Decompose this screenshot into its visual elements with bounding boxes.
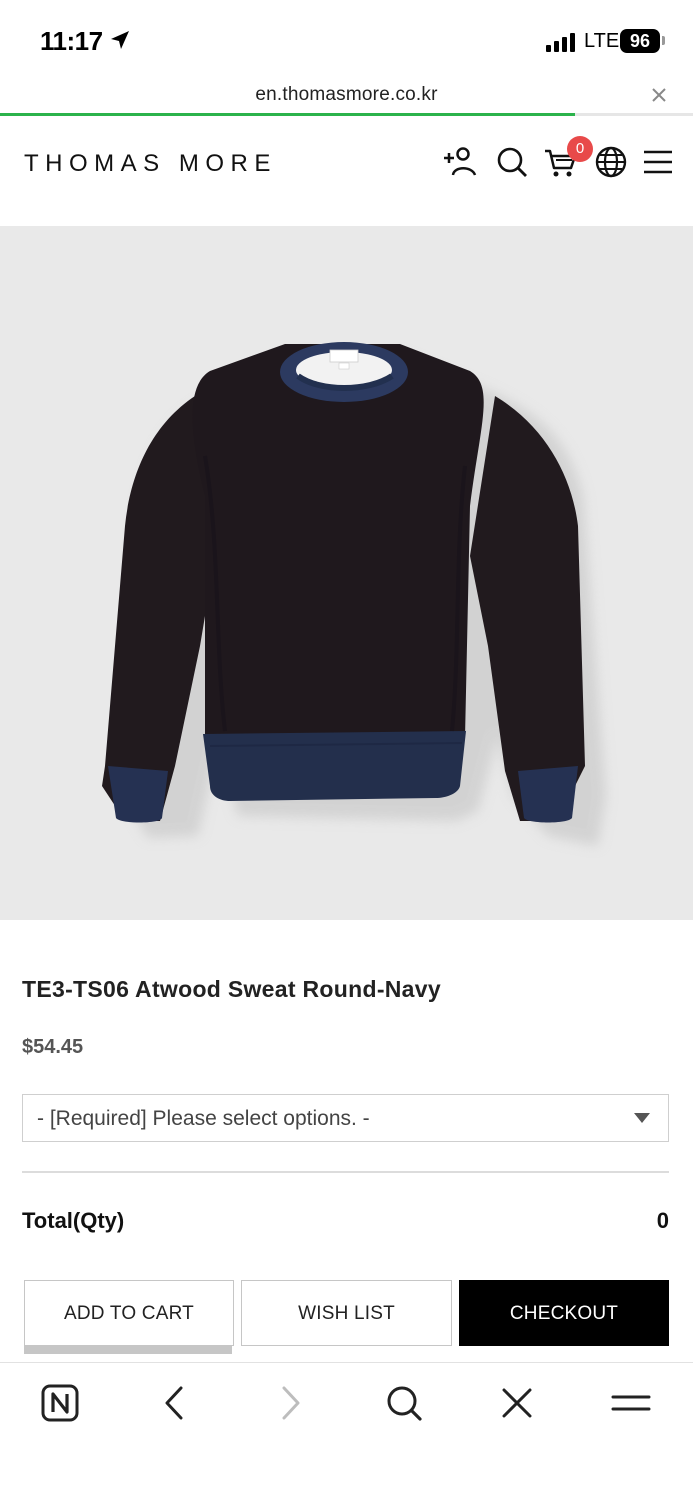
product-title: TE3-TS06 Atwood Sweat Round-Navy [22, 976, 441, 1002]
menu-icon[interactable] [611, 1383, 651, 1423]
total-quantity: 0 [656, 1208, 669, 1233]
status-time: 11:17 [40, 26, 103, 56]
forward-icon[interactable] [270, 1383, 310, 1423]
close-icon[interactable] [648, 84, 670, 106]
product-price: $54.45 [22, 1036, 84, 1058]
status-bar: 11:17 LTE 96 [0, 0, 693, 80]
add-user-icon[interactable] [442, 144, 478, 180]
wish-list-button[interactable]: WISH LIST [241, 1280, 452, 1346]
menu-icon[interactable] [640, 144, 676, 180]
checkout-button[interactable]: CHECKOUT [459, 1280, 669, 1346]
total-label: Total(Qty) [22, 1208, 125, 1233]
option-select[interactable]: - [Required] Please select options. - [22, 1094, 669, 1142]
url-text[interactable]: en.thomasmore.co.kr [0, 84, 693, 106]
site-header: THOMAS MORE [0, 116, 693, 226]
add-to-cart-button[interactable]: ADD TO CART [24, 1280, 234, 1346]
option-select-value[interactable]: - [Required] Please select options. - [37, 1107, 370, 1131]
battery-icon: 96 [620, 29, 660, 53]
dropdown-arrow-icon[interactable] [634, 1113, 650, 1123]
browser-toolbar [0, 1362, 693, 1500]
back-icon[interactable] [155, 1383, 195, 1423]
globe-icon[interactable] [593, 144, 629, 180]
signal-icon [546, 33, 575, 52]
network-type: LTE [584, 30, 620, 52]
cart-count-badge: 0 [567, 136, 593, 162]
search-icon[interactable] [384, 1383, 424, 1423]
naver-home-icon[interactable] [40, 1383, 80, 1423]
divider [22, 1171, 669, 1173]
site-logo[interactable]: THOMAS MORE [24, 150, 277, 178]
close-icon[interactable] [497, 1383, 537, 1423]
battery-tip [662, 36, 665, 45]
address-bar[interactable]: en.thomasmore.co.kr [0, 76, 693, 116]
add-to-cart-underline [24, 1346, 232, 1354]
product-image[interactable] [0, 226, 693, 920]
location-arrow-icon [111, 31, 129, 49]
sweatshirt-image [102, 342, 606, 846]
search-icon[interactable] [494, 144, 530, 180]
